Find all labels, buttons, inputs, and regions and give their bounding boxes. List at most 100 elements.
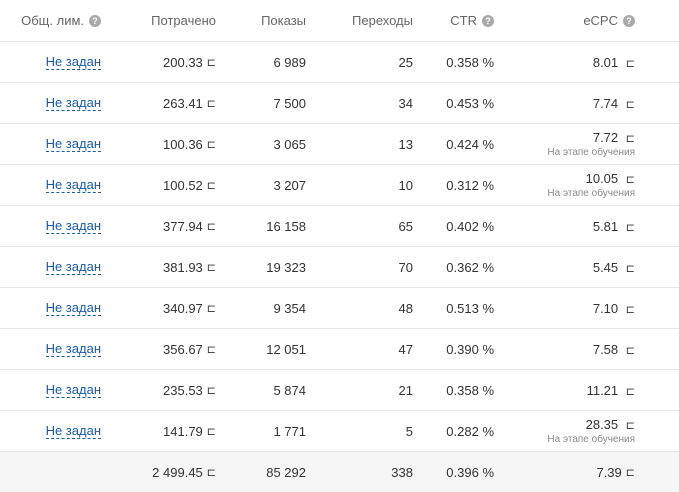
clicks-cell: 34 <box>398 95 413 111</box>
ecpc-wrap: 7.74 ⊏ <box>593 96 635 111</box>
table-row: Не задан 235.53 ⊏ 5 874 21 0.358 % 11.21… <box>0 370 679 411</box>
limit-link[interactable]: Не задан <box>45 341 101 357</box>
ecpc-line: 7.74 ⊏ <box>593 96 635 111</box>
learning-status: На этапе обучения <box>547 147 635 158</box>
limit-cell: Не задан <box>45 370 101 410</box>
ctr-cell: 0.312 % <box>446 177 494 193</box>
currency-icon: ⊏ <box>206 384 216 397</box>
totals-row: 2 499.45 ⊏ 85 292 338 0.396 % 7.39 ⊏ <box>0 452 679 492</box>
limit-link[interactable]: Не задан <box>45 136 101 152</box>
limit-link[interactable]: Не задан <box>45 382 101 398</box>
header-shows[interactable]: Показы <box>261 0 306 41</box>
table-row: Не задан 100.52 ⊏ 3 207 10 0.312 % 10.05… <box>0 165 679 206</box>
currency-icon: ⊏ <box>625 57 635 70</box>
ecpc-value: 7.58 <box>592 341 619 357</box>
ecpc-wrap: 7.58 ⊏ <box>593 342 635 357</box>
clicks-cell: 21 <box>398 382 413 398</box>
ecpc-cell: 28.35 ⊏ На этапе обучения <box>547 411 635 451</box>
ecpc-cell: 10.05 ⊏ На этапе обучения <box>547 165 635 205</box>
ecpc-line: 7.58 ⊏ <box>593 342 635 357</box>
limit-link[interactable]: Не задан <box>45 259 101 275</box>
ecpc-cell: 7.72 ⊏ На этапе обучения <box>547 124 635 164</box>
table-row: Не задан 263.41 ⊏ 7 500 34 0.453 % 7.74 … <box>0 83 679 124</box>
spent-value: 235.53 <box>163 382 203 398</box>
limit-cell: Не задан <box>45 288 101 328</box>
help-icon[interactable]: ? <box>623 14 635 27</box>
ecpc-line: 7.10 ⊏ <box>593 301 635 316</box>
ecpc-cell: 7.74 ⊏ <box>593 83 635 123</box>
limit-cell: Не задан <box>45 329 101 369</box>
spent-value: 141.79 <box>163 423 203 439</box>
total-ecpc: 7.39 ⊏ <box>596 452 635 492</box>
limit-link[interactable]: Не задан <box>45 218 101 234</box>
clicks-cell: 48 <box>398 300 413 316</box>
ecpc-line: 28.35 ⊏ <box>586 417 635 432</box>
header-ctr-label: CTR <box>450 13 477 28</box>
ecpc-cell: 7.10 ⊏ <box>593 288 635 328</box>
table-body: Не задан 200.33 ⊏ 6 989 25 0.358 % 8.01 … <box>0 42 679 452</box>
limit-link[interactable]: Не задан <box>45 423 101 439</box>
table-row: Не задан 377.94 ⊏ 16 158 65 0.402 % 5.81… <box>0 206 679 247</box>
ecpc-wrap: 28.35 ⊏ На этапе обучения <box>547 417 635 445</box>
header-ctr[interactable]: CTR ? <box>450 0 494 41</box>
currency-icon: ⊏ <box>625 174 635 186</box>
shows-cell: 12 051 <box>266 341 306 357</box>
header-limit-label: Общ. лим. <box>21 13 84 28</box>
currency-icon: ⊏ <box>625 420 635 432</box>
header-spent[interactable]: Потрачено <box>151 0 216 41</box>
ecpc-wrap: 5.81 ⊏ <box>593 219 635 234</box>
header-ecpc[interactable]: eCPC ? <box>583 0 635 41</box>
shows-cell: 16 158 <box>266 218 306 234</box>
limit-link[interactable]: Не задан <box>45 177 101 193</box>
spent-cell: 235.53 ⊏ <box>163 370 216 410</box>
limit-cell: Не задан <box>45 165 101 205</box>
limit-cell: Не задан <box>45 42 101 82</box>
limit-link[interactable]: Не задан <box>45 54 101 70</box>
clicks-cell: 70 <box>398 259 413 275</box>
ecpc-value: 8.01 <box>592 54 619 70</box>
help-icon[interactable]: ? <box>482 14 494 27</box>
table-row: Не задан 141.79 ⊏ 1 771 5 0.282 % 28.35 … <box>0 411 679 452</box>
ecpc-line: 7.72 ⊏ <box>593 130 635 145</box>
header-clicks[interactable]: Переходы <box>352 0 413 41</box>
spent-value: 200.33 <box>163 54 203 70</box>
currency-icon: ⊏ <box>625 303 635 316</box>
currency-icon: ⊏ <box>625 133 635 145</box>
spent-cell: 200.33 ⊏ <box>163 42 216 82</box>
learning-status: На этапе обучения <box>547 188 635 199</box>
clicks-cell: 5 <box>405 423 413 439</box>
header-ecpc-label: eCPC <box>583 13 618 28</box>
currency-icon: ⊏ <box>625 221 635 234</box>
limit-link[interactable]: Не задан <box>45 300 101 316</box>
ecpc-value: 11.21 <box>586 382 619 398</box>
ecpc-value: 7.72 <box>592 130 619 145</box>
currency-icon: ⊏ <box>206 343 216 356</box>
ecpc-line: 5.81 ⊏ <box>593 219 635 234</box>
shows-cell: 7 500 <box>273 95 306 111</box>
currency-icon: ⊏ <box>206 138 216 151</box>
currency-icon: ⊏ <box>206 302 216 315</box>
ecpc-cell: 5.45 ⊏ <box>593 247 635 287</box>
total-ecpc-value: 7.39 <box>596 464 622 480</box>
currency-icon: ⊏ <box>206 425 216 438</box>
ecpc-line: 10.05 ⊏ <box>586 171 635 186</box>
clicks-cell: 10 <box>398 177 413 193</box>
ctr-cell: 0.282 % <box>446 423 494 439</box>
ecpc-value: 7.74 <box>592 95 619 111</box>
spent-value: 381.93 <box>163 259 203 275</box>
total-spent: 2 499.45 ⊏ <box>152 452 216 492</box>
spent-value: 100.52 <box>163 177 203 193</box>
spent-cell: 381.93 ⊏ <box>163 247 216 287</box>
spent-value: 100.36 <box>163 136 203 152</box>
currency-icon: ⊏ <box>206 261 216 274</box>
currency-icon: ⊏ <box>625 262 635 275</box>
clicks-cell: 25 <box>398 54 413 70</box>
stats-table: Общ. лим. ? Потрачено Показы Переходы CT… <box>0 0 679 492</box>
ctr-cell: 0.424 % <box>446 136 494 152</box>
shows-cell: 3 065 <box>273 136 306 152</box>
spent-cell: 340.97 ⊏ <box>163 288 216 328</box>
shows-cell: 19 323 <box>266 259 306 275</box>
table-row: Не задан 381.93 ⊏ 19 323 70 0.362 % 5.45… <box>0 247 679 288</box>
limit-link[interactable]: Не задан <box>45 95 101 111</box>
help-icon[interactable]: ? <box>89 14 101 27</box>
